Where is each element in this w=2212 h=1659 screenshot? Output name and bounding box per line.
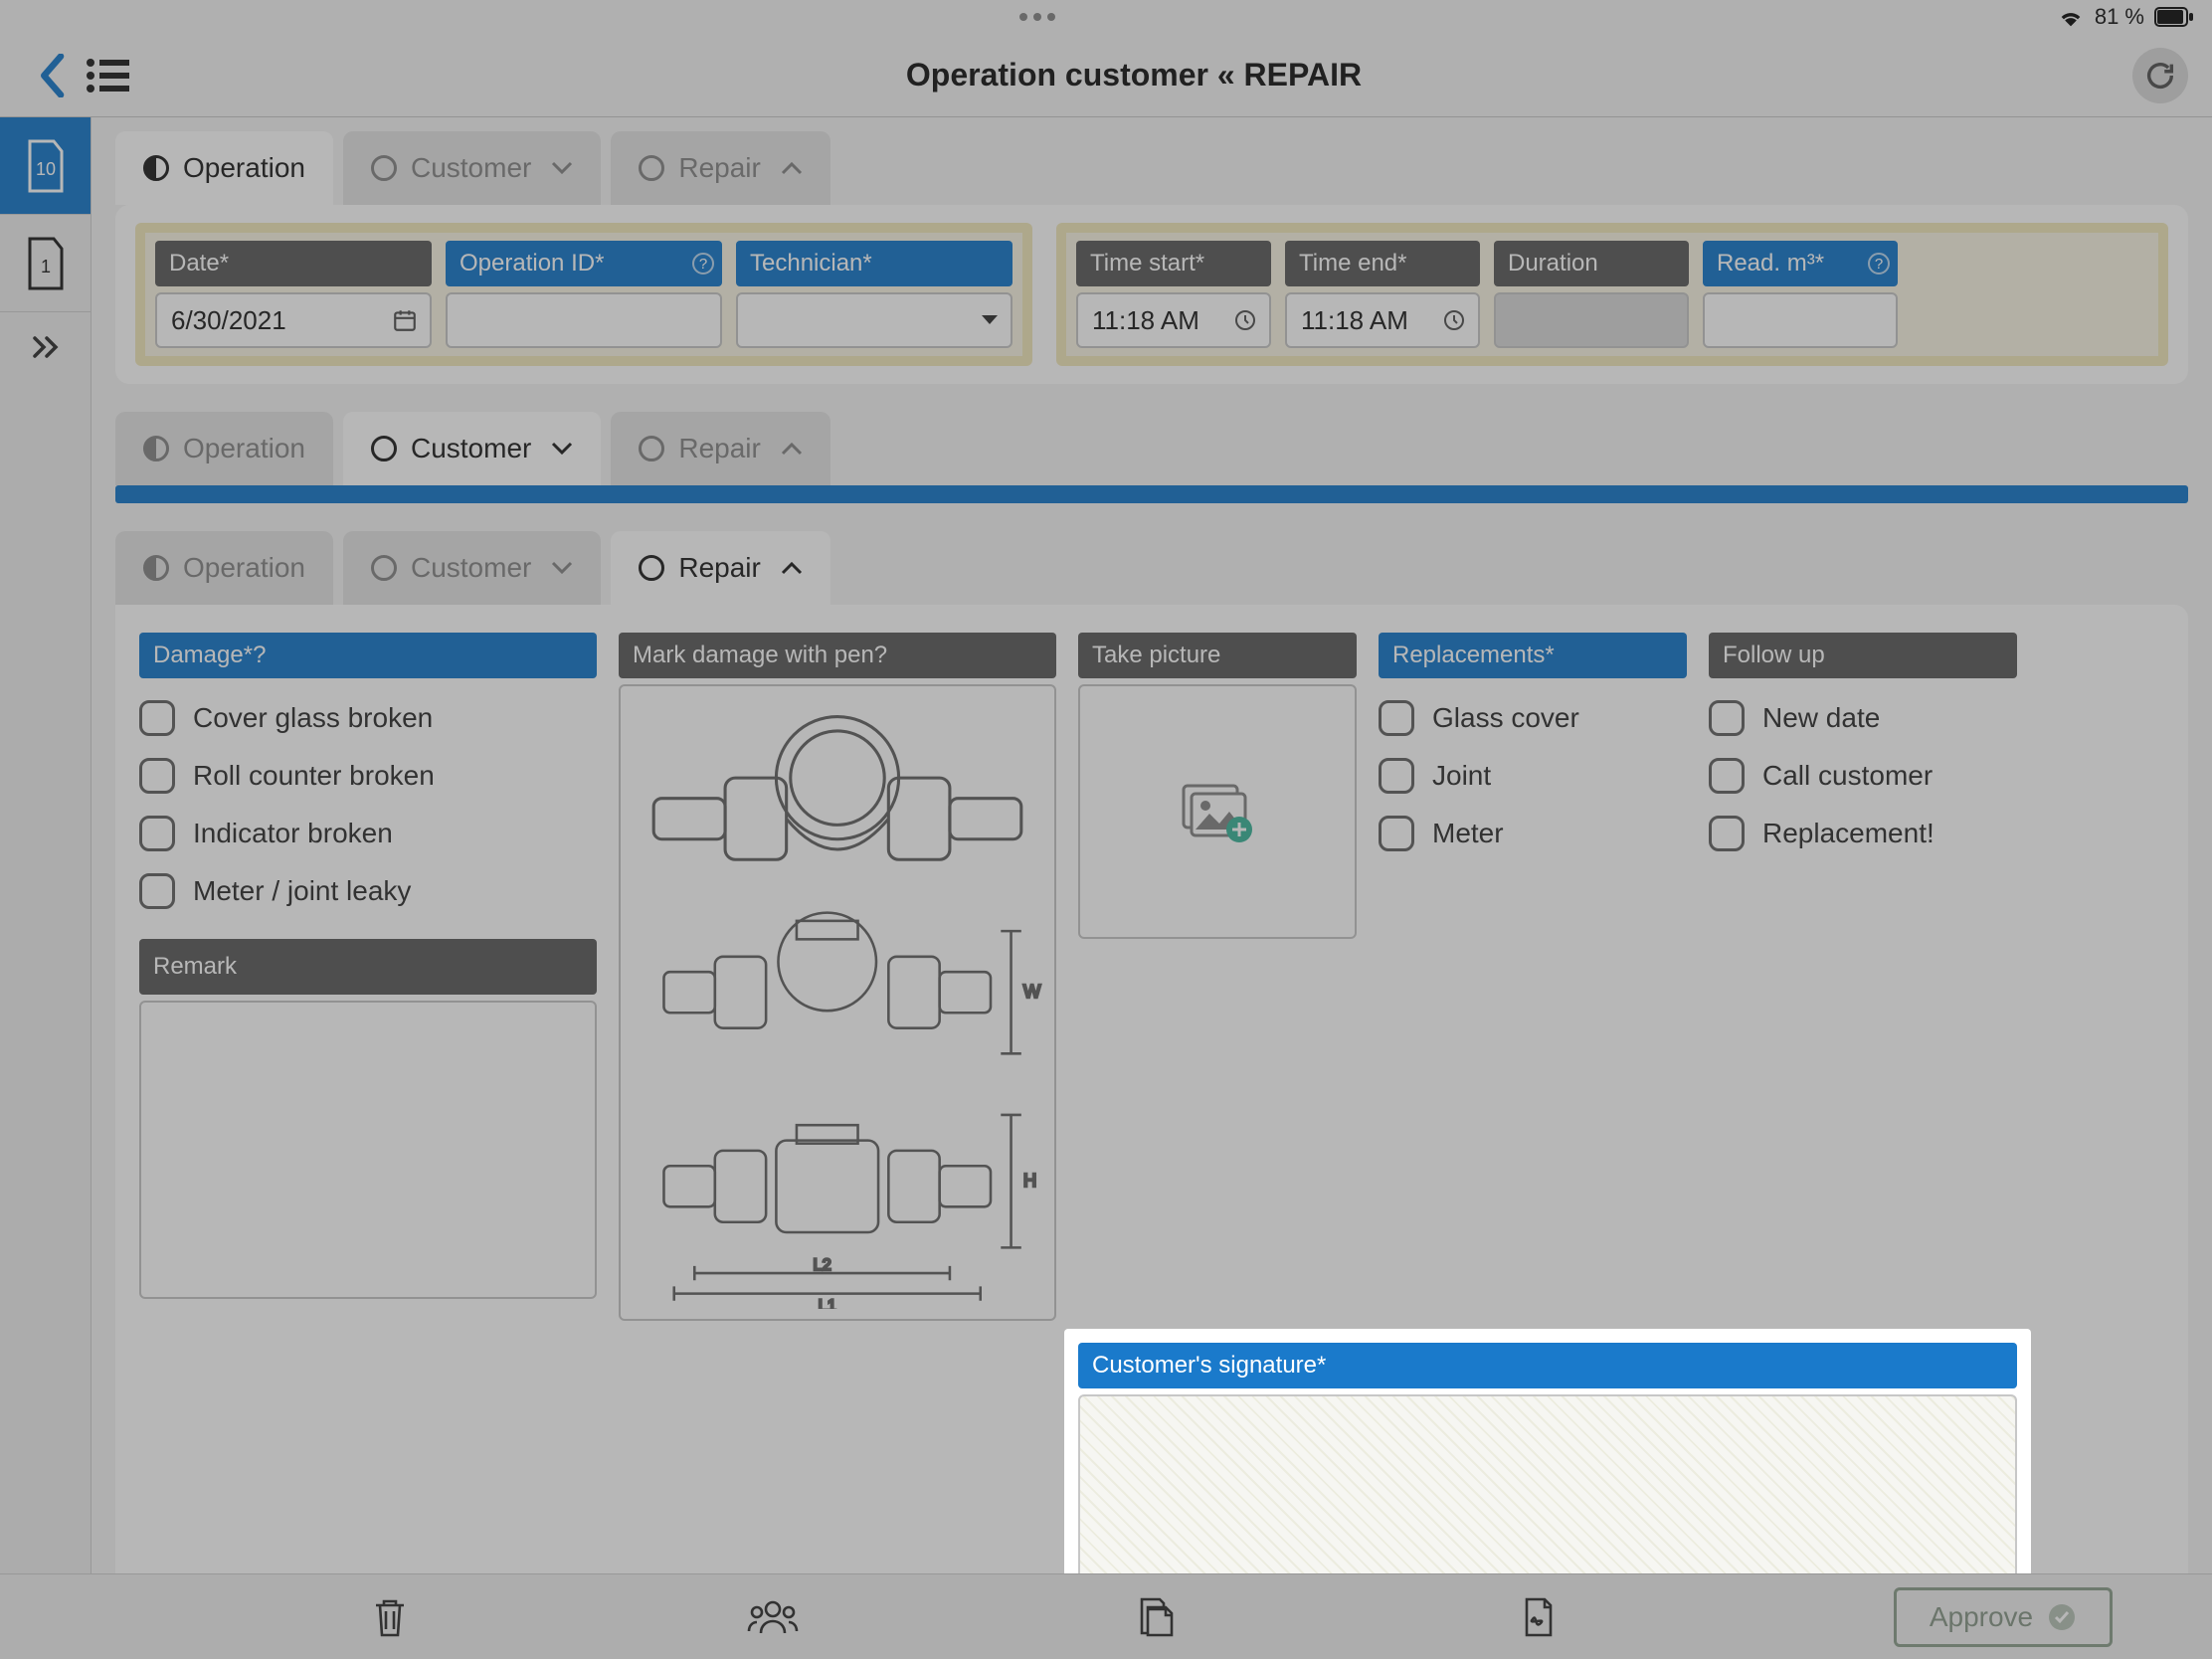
replacement-1[interactable]: Joint: [1379, 758, 1687, 794]
sidebar-item-page10[interactable]: 10: [0, 117, 91, 215]
tab-repair-3[interactable]: Repair: [611, 531, 830, 605]
input-tstart[interactable]: 11:18 AM: [1076, 292, 1271, 348]
svg-text:H: H: [1023, 1170, 1036, 1191]
sidebar: 10 1: [0, 117, 92, 1573]
tabs-customer-row: Operation Customer Repair: [115, 412, 2188, 485]
sidebar-expand[interactable]: [0, 312, 91, 382]
input-opid[interactable]: [446, 292, 722, 348]
label-signature: Customer's signature*: [1078, 1343, 2017, 1388]
tab-operation-2[interactable]: Operation: [115, 412, 333, 485]
customer-placeholder: [115, 485, 2188, 503]
sidebar-item-page1[interactable]: 1: [0, 215, 91, 312]
svg-text:L2: L2: [813, 1256, 830, 1274]
label-read: Read. m³*?: [1703, 241, 1898, 286]
take-picture-button[interactable]: [1078, 684, 1357, 939]
label-tstart: Time start*: [1076, 241, 1271, 286]
label-opid: Operation ID*?: [446, 241, 722, 286]
label-duration: Duration: [1494, 241, 1689, 286]
approve-button[interactable]: Approve: [1894, 1587, 2113, 1647]
meter-diagram-icon: W H L2 L1: [631, 696, 1044, 1309]
tab-operation-3[interactable]: Operation: [115, 531, 333, 605]
back-button[interactable]: [24, 48, 80, 103]
page-title: Operation customer « REPAIR: [135, 57, 2132, 93]
refresh-button[interactable]: [2132, 48, 2188, 103]
label-damage: Damage*?: [139, 633, 597, 678]
tab-customer-3[interactable]: Customer: [343, 531, 601, 605]
label-picture: Take picture: [1078, 633, 1357, 678]
svg-text:10: 10: [35, 159, 55, 179]
input-duration: [1494, 292, 1689, 348]
status-bar: 81 %: [0, 0, 2212, 34]
followup-1[interactable]: Call customer: [1709, 758, 2017, 794]
pdf-button[interactable]: [1347, 1595, 1730, 1639]
tab-customer-2[interactable]: Customer: [343, 412, 601, 485]
delete-button[interactable]: [199, 1595, 582, 1639]
tab-customer-collapsed[interactable]: Customer: [343, 131, 601, 205]
label-date: Date*: [155, 241, 432, 286]
copy-icon: [1136, 1595, 1176, 1639]
pdf-icon: [1521, 1595, 1557, 1639]
label-tech: Technician*: [736, 241, 1013, 286]
input-tend[interactable]: 11:18 AM: [1285, 292, 1480, 348]
input-tech[interactable]: [736, 292, 1013, 348]
label-followup: Follow up: [1709, 633, 2017, 678]
replacement-2[interactable]: Meter: [1379, 816, 1687, 851]
copy-button[interactable]: [965, 1595, 1348, 1639]
people-icon: [747, 1599, 799, 1635]
damage-option-3[interactable]: Meter / joint leaky: [139, 873, 597, 909]
operation-card: Date* 6/30/2021 Operation ID*? Technicia…: [115, 205, 2188, 384]
replacement-0[interactable]: Glass cover: [1379, 700, 1687, 736]
label-remark: Remark: [139, 939, 597, 995]
signature-section: Customer's signature*: [1064, 1329, 2031, 1573]
svg-text:W: W: [1023, 981, 1041, 1002]
label-markpen: Mark damage with pen?: [619, 633, 1056, 678]
label-replacements: Replacements*: [1379, 633, 1687, 678]
damage-option-1[interactable]: Roll counter broken: [139, 758, 597, 794]
menu-button[interactable]: [80, 48, 135, 103]
footer-toolbar: Approve: [0, 1573, 2212, 1659]
tab-operation[interactable]: Operation: [115, 131, 333, 205]
damage-option-2[interactable]: Indicator broken: [139, 816, 597, 851]
image-plus-icon: [1178, 780, 1257, 843]
svg-text:1: 1: [40, 257, 50, 276]
damage-option-0[interactable]: Cover glass broken: [139, 700, 597, 736]
input-date[interactable]: 6/30/2021: [155, 292, 432, 348]
label-tend: Time end*: [1285, 241, 1480, 286]
battery-percent: 81 %: [2095, 4, 2144, 30]
input-read[interactable]: [1703, 292, 1898, 348]
multitask-dots: [1019, 13, 1055, 21]
trash-icon: [370, 1595, 410, 1639]
tabs-repair-row: Operation Customer Repair: [115, 531, 2188, 605]
check-circle-icon: [2047, 1602, 2077, 1632]
repair-panel: Damage*? Cover glass broken Roll counter…: [115, 605, 2188, 1573]
tab-repair-collapsed[interactable]: Repair: [611, 131, 830, 205]
svg-text:L1: L1: [819, 1297, 836, 1309]
tab-repair-2[interactable]: Repair: [611, 412, 830, 485]
share-button[interactable]: [582, 1599, 965, 1635]
draw-canvas[interactable]: W H L2 L1: [619, 684, 1056, 1321]
followup-2[interactable]: Replacement!: [1709, 816, 2017, 851]
input-remark[interactable]: [139, 1001, 597, 1299]
battery-icon: [2154, 7, 2194, 27]
wifi-icon: [2057, 6, 2085, 28]
followup-0[interactable]: New date: [1709, 700, 2017, 736]
signature-canvas[interactable]: [1078, 1394, 2017, 1573]
navbar: Operation customer « REPAIR: [0, 34, 2212, 117]
tabs-operation-row: Operation Customer Repair: [115, 131, 2188, 205]
